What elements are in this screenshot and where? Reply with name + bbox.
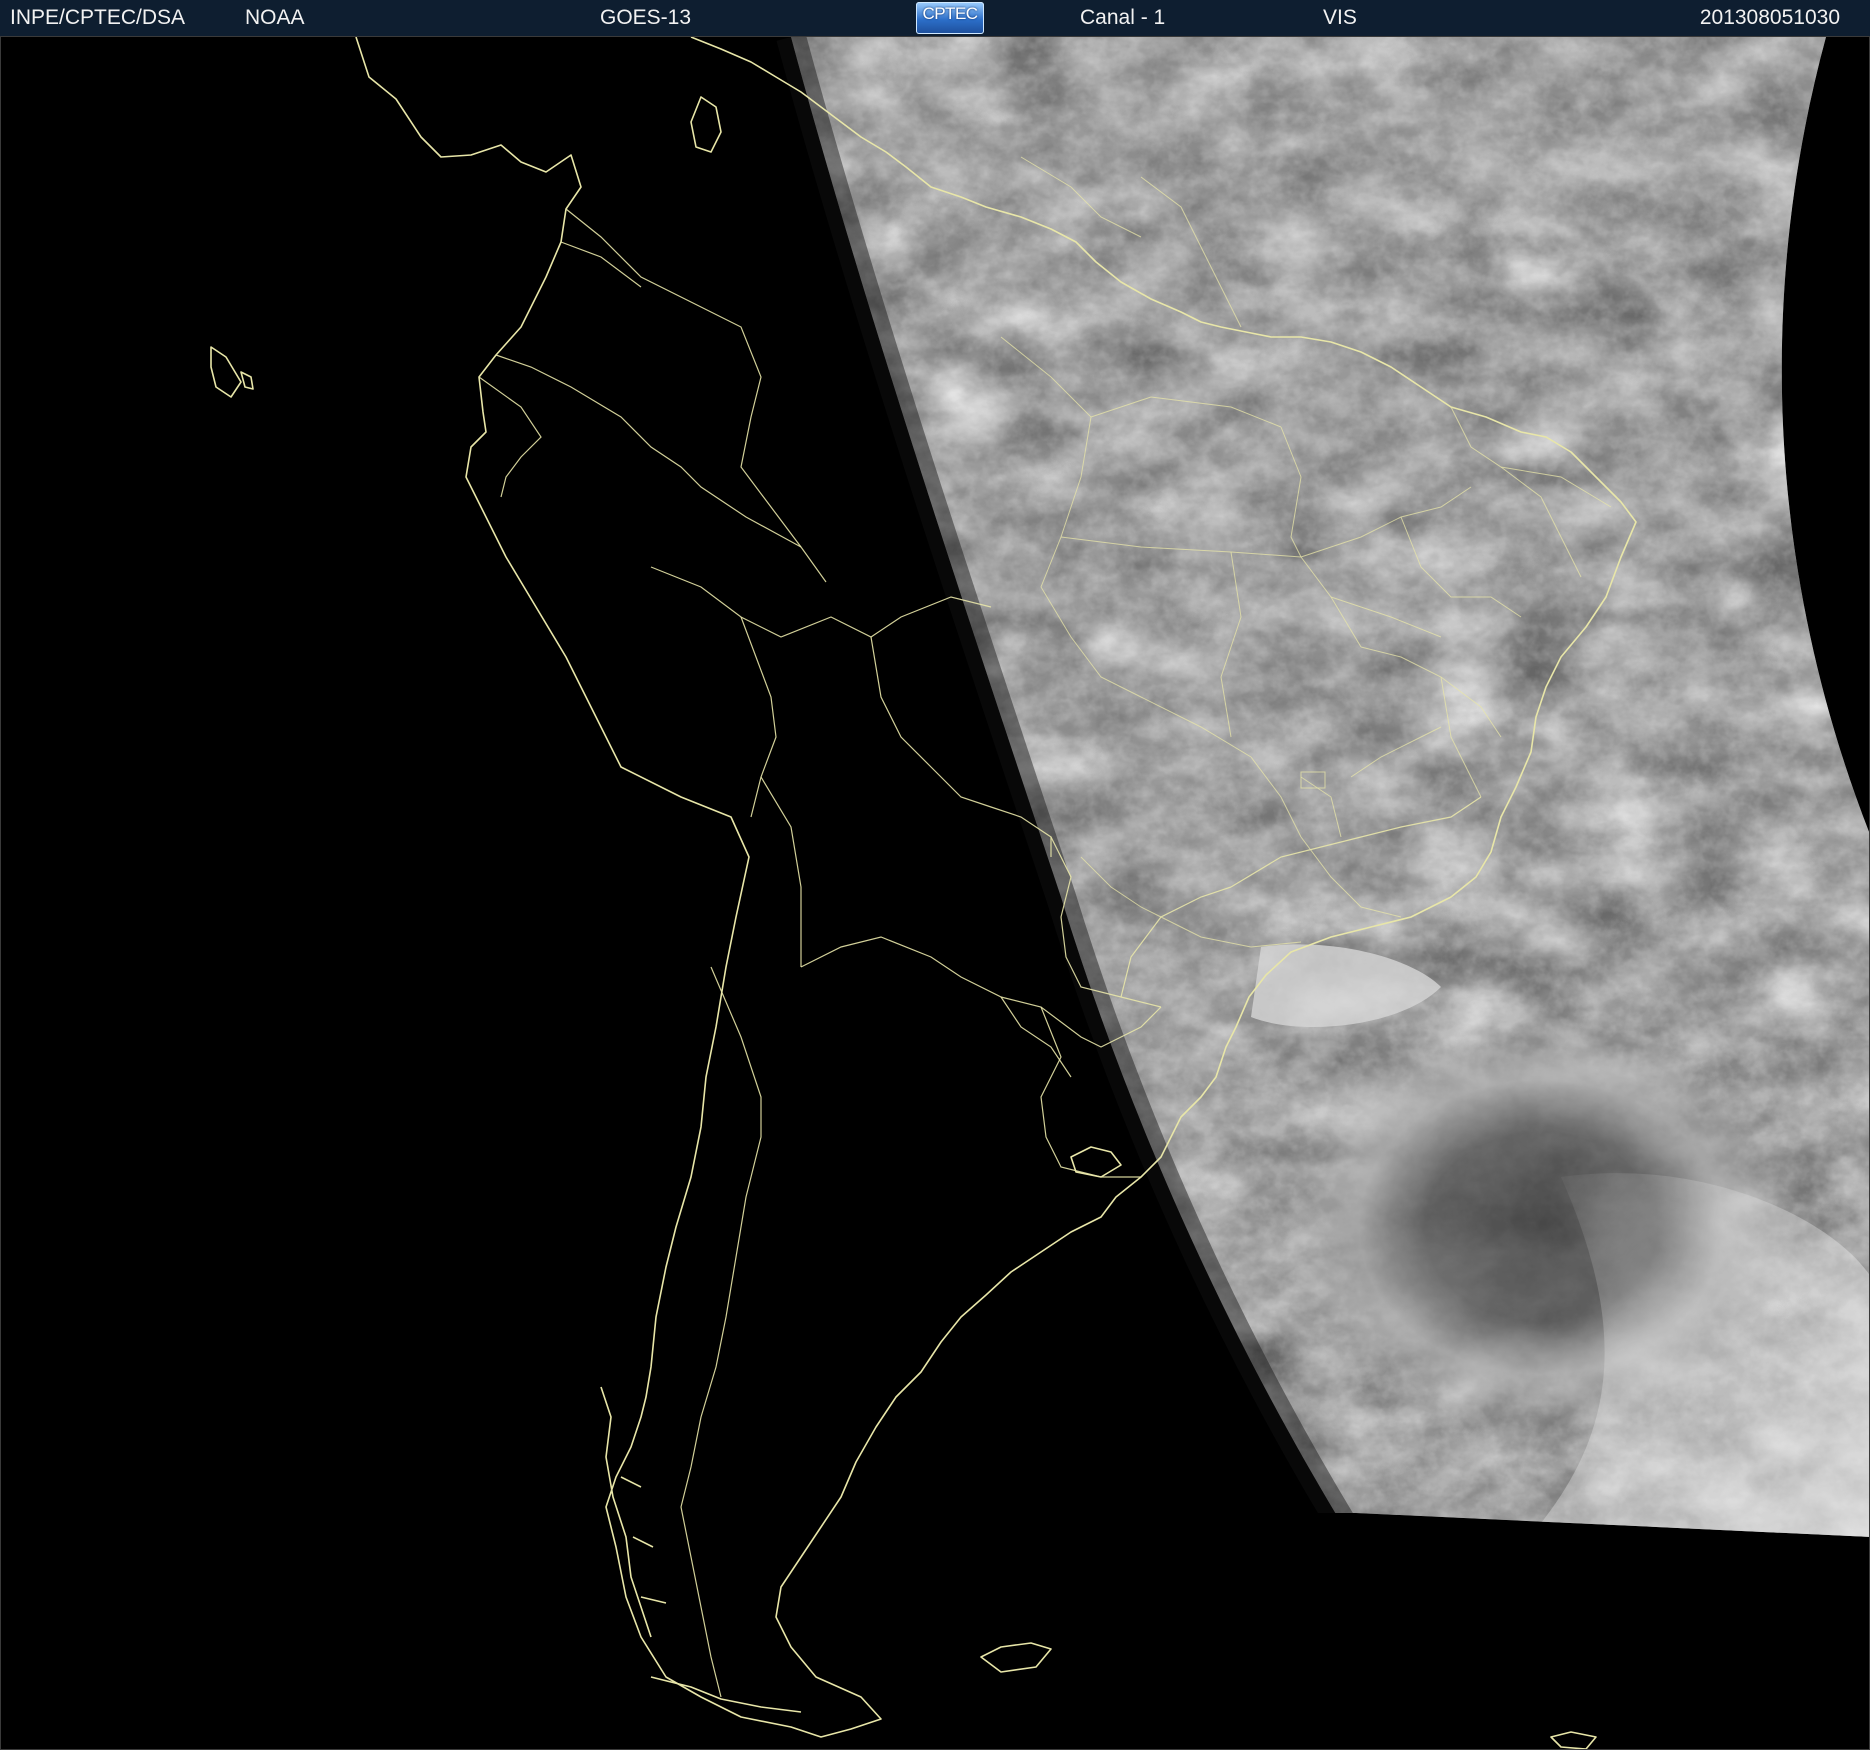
- channel-label: Canal - 1: [1080, 6, 1166, 29]
- map-canvas: [1, 37, 1869, 1749]
- satellite-map: [0, 36, 1870, 1750]
- band-label: VIS: [1323, 6, 1357, 29]
- cptec-logo: CPTEC: [916, 2, 984, 34]
- timestamp-label: 201308051030: [1699, 6, 1840, 29]
- organization-label: INPE/CPTEC/DSA: [10, 6, 186, 29]
- image-header-bar: INPE/CPTEC/DSA NOAA GOES-13 CPTEC Canal …: [0, 0, 1870, 37]
- agency-label: NOAA: [245, 6, 305, 29]
- satellite-label: GOES-13: [600, 6, 692, 29]
